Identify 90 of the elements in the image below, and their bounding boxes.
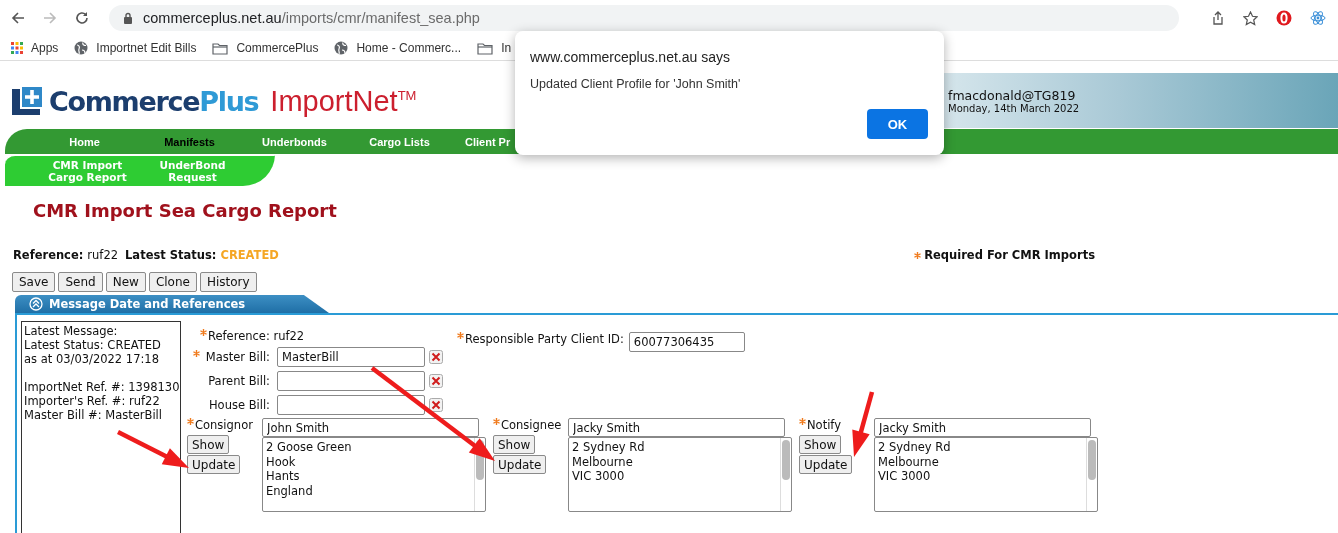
bookmark[interactable]: Importnet Edit Bills (74, 41, 197, 55)
bookmark[interactable]: CommercePlus (212, 41, 319, 55)
update-button[interactable]: Update (493, 455, 547, 474)
log-line: as at 03/03/2022 17:18 (24, 352, 160, 366)
globe-icon (334, 41, 349, 55)
annotation-arrow (117, 430, 189, 468)
field-label: Responsible Party Client ID: (465, 332, 624, 346)
bookmark[interactable]: Apps (11, 41, 59, 55)
address-line: Hook (266, 454, 297, 469)
party-name-field[interactable]: Jacky Smith (874, 418, 1091, 437)
log-line: Importer's Ref. #: ruf22 (24, 394, 161, 408)
address-field[interactable]: 2 Sydney Rd Melbourne VIC 3000 (568, 437, 792, 512)
reference-value: ruf22 (87, 248, 119, 262)
address-line: 2 Goose Green (266, 440, 353, 455)
bookmark[interactable]: In (477, 41, 512, 55)
log-line: Latest Message: (24, 324, 119, 338)
section-tab[interactable]: Message Date and References (15, 295, 329, 313)
party-label: Consignor (195, 418, 253, 432)
party-name-field[interactable]: John Smith (262, 418, 479, 437)
client-id-field[interactable]: 60077306435 (628, 332, 745, 352)
nav-item[interactable]: Manifests (137, 135, 242, 148)
clear-icon[interactable] (429, 398, 443, 412)
clear-icon[interactable] (429, 374, 443, 388)
field-label: House Bill: (208, 398, 270, 412)
reference-text: Reference: ruf22 (208, 329, 305, 343)
ok-button[interactable]: OK (867, 109, 928, 139)
status-label: Latest Status: (125, 248, 217, 262)
nav-item[interactable]: Cargo Lists (347, 135, 452, 148)
nav-item[interactable]: Underbonds (242, 135, 347, 148)
toolbar-button[interactable]: Save (12, 272, 56, 292)
atom-icon[interactable] (1310, 10, 1326, 26)
bill-field[interactable]: MasterBill (277, 347, 425, 367)
log-line: ImportNet Ref. #: 1398130 (24, 380, 178, 394)
address-line: Melbourne (572, 454, 634, 469)
annotation-arrow (852, 391, 875, 457)
toolbar-button[interactable]: Send (58, 272, 103, 292)
address-line: 2 Sydney Rd (572, 440, 646, 455)
globe-icon (74, 41, 89, 55)
address-field[interactable]: 2 Sydney Rd Melbourne VIC 3000 (874, 437, 1098, 512)
address-line: Melbourne (878, 454, 940, 469)
brand-name: CommercePlus (49, 86, 259, 117)
show-button[interactable]: Show (799, 435, 842, 454)
lock-icon (123, 12, 133, 24)
update-button[interactable]: Update (187, 455, 241, 474)
collapse-icon[interactable] (29, 297, 43, 311)
toolbar-button[interactable]: History (199, 272, 257, 292)
nav-item[interactable]: Home (32, 135, 137, 148)
nav-item[interactable]: Client Pr (465, 135, 511, 148)
toolbar-button[interactable]: Clone (148, 272, 197, 292)
party-label: Notify (807, 418, 841, 432)
scrollbar-thumb[interactable] (782, 440, 790, 480)
clear-icon[interactable] (429, 350, 443, 364)
update-button[interactable]: Update (799, 455, 853, 474)
folder-icon (477, 41, 494, 55)
dialog-message: Updated Client Profile for 'John Smith' (530, 77, 742, 91)
address-line: England (266, 483, 314, 498)
apps-grid-icon (11, 42, 23, 54)
reference-label: Reference: (13, 248, 84, 262)
party-label: Consignee (501, 418, 562, 432)
folder-icon (212, 41, 229, 55)
address-bar[interactable]: commerceplus.net.au/imports/cmr/manifest_sea.php (109, 5, 1179, 31)
product-name: ImportNet$^{TM}$ (270, 85, 417, 118)
field-label: Parent Bill: (208, 374, 270, 388)
back-icon[interactable] (11, 11, 25, 25)
reload-icon[interactable] (75, 11, 89, 25)
share-icon[interactable] (1211, 11, 1225, 25)
field-label: Master Bill: (205, 350, 270, 364)
log-line: Master Bill #: MasterBill (24, 408, 163, 422)
bill-field[interactable] (277, 371, 425, 391)
logo-icon (12, 86, 42, 117)
log-line: Latest Status: CREATED (24, 338, 162, 352)
address-line: VIC 3000 (572, 469, 626, 484)
show-button[interactable]: Show (493, 435, 536, 454)
current-date: Monday, 14th March 2022 (948, 102, 1081, 114)
dialog-title: www.commerceplus.net.au says (530, 49, 731, 65)
address-line: Hants (266, 469, 301, 484)
star-icon[interactable] (1243, 10, 1258, 26)
toolbar-button[interactable]: New (105, 272, 146, 292)
address-line: 2 Sydney Rd (878, 440, 952, 455)
user-name: fmacdonald@TG819 (948, 87, 1077, 103)
bill-field[interactable] (277, 395, 425, 415)
address-line: VIC 3000 (878, 469, 932, 484)
show-button[interactable]: Show (187, 435, 230, 454)
bookmark[interactable]: Home - Commerc... (334, 41, 462, 55)
status-value: CREATED (220, 248, 279, 262)
extension-icon[interactable] (1276, 10, 1292, 26)
required-note: Required For CMR Imports (924, 248, 1095, 262)
page-title: CMR Import Sea Cargo Report (33, 200, 338, 223)
scrollbar-thumb[interactable] (1088, 440, 1096, 480)
party-name-field[interactable]: Jacky Smith (568, 418, 785, 437)
